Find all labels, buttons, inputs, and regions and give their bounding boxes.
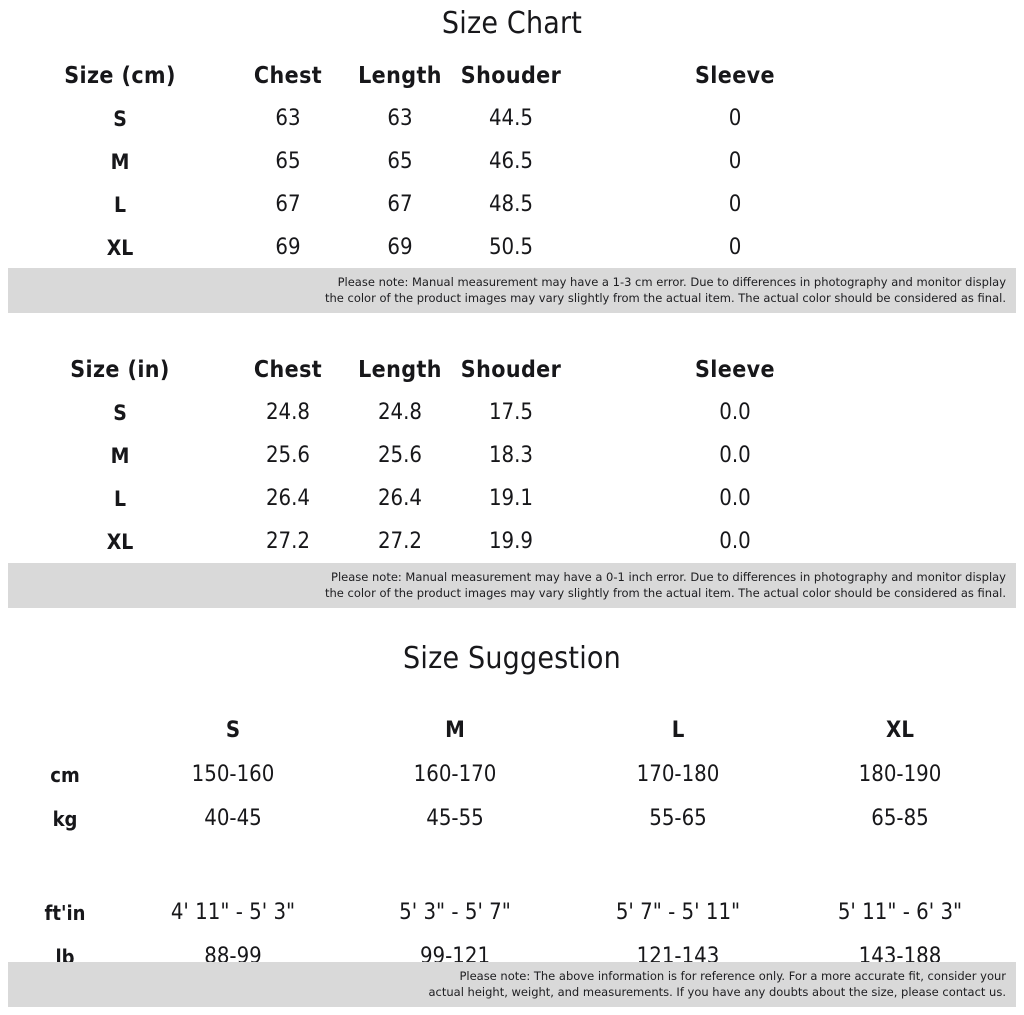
- cell-cm-m: 160-170: [413, 762, 497, 787]
- column-header-sleeve: Sleeve: [695, 357, 775, 383]
- cell-shoulder: 18.3: [488, 443, 534, 468]
- cell-sleeve: 0.0: [719, 443, 751, 468]
- table-row: M 65 65 46.5 0: [0, 149, 1024, 192]
- page-title-size-chart: Size Chart: [441, 6, 583, 41]
- cell-ftin-l: 5' 7" - 5' 11": [615, 900, 741, 925]
- cell-sleeve: 0: [728, 192, 742, 217]
- cell-size: XL: [106, 530, 134, 554]
- disclaimer-note-suggestion: Please note: The above information is fo…: [8, 962, 1016, 1007]
- cell-chest: 27.2: [265, 529, 311, 554]
- cell-shoulder: 48.5: [488, 192, 534, 217]
- disclaimer-note-in: Please note: Manual measurement may have…: [8, 563, 1016, 608]
- cell-sleeve: 0: [728, 106, 742, 131]
- note-line: the color of the product images may vary…: [324, 291, 1006, 305]
- suggestion-row-ftin: ft'in 4' 11" - 5' 3" 5' 3" - 5' 7" 5' 7"…: [0, 900, 1024, 944]
- cell-cm-s: 150-160: [191, 762, 275, 787]
- suggestion-column-header-m: M: [445, 718, 465, 743]
- cell-sleeve: 0: [728, 149, 742, 174]
- cell-size: M: [110, 150, 130, 174]
- size-suggestion-table: S M L XL cm 150-160 160-170 170-180 180-…: [0, 718, 1024, 988]
- cell-size: L: [113, 193, 127, 217]
- cell-shoulder: 46.5: [488, 149, 534, 174]
- cell-chest: 25.6: [265, 443, 311, 468]
- table-row: S 24.8 24.8 17.5 0.0: [0, 400, 1024, 443]
- cell-ftin-s: 4' 11" - 5' 3": [170, 900, 296, 925]
- row-label-kg: kg: [52, 807, 78, 831]
- cell-length: 24.8: [377, 400, 423, 425]
- table-row: M 25.6 25.6 18.3 0.0: [0, 443, 1024, 486]
- suggestion-column-header-xl: XL: [886, 718, 914, 743]
- cell-length: 26.4: [377, 486, 423, 511]
- size-chart-page: Size Chart Size (cm) Chest Length Shoude…: [0, 0, 1024, 1015]
- column-header-chest: Chest: [253, 63, 323, 89]
- cell-sleeve: 0.0: [719, 529, 751, 554]
- size-chart-cm-table: Size (cm) Chest Length Shouder Sleeve S …: [0, 63, 1024, 278]
- cell-shoulder: 19.9: [488, 529, 534, 554]
- suggestion-row-spacer: [0, 850, 1024, 900]
- suggestion-column-header-s: S: [225, 718, 241, 743]
- size-chart-in-table: Size (in) Chest Length Shouder Sleeve S …: [0, 357, 1024, 572]
- cell-sleeve: 0: [728, 235, 742, 260]
- column-header-length: Length: [358, 357, 442, 383]
- cell-kg-m: 45-55: [426, 806, 484, 831]
- page-title-size-suggestion: Size Suggestion: [403, 641, 621, 676]
- column-header-shoulder: Shouder: [460, 63, 562, 89]
- table-row: L 67 67 48.5 0: [0, 192, 1024, 235]
- disclaimer-note-cm: Please note: Manual measurement may have…: [8, 268, 1016, 313]
- cell-length: 67: [387, 192, 413, 217]
- cell-size: S: [113, 107, 127, 131]
- row-label-cm: cm: [50, 763, 80, 787]
- cell-chest: 63: [275, 106, 301, 131]
- table-row: L 26.4 26.4 19.1 0.0: [0, 486, 1024, 529]
- cell-size: L: [113, 487, 127, 511]
- suggestion-column-header-l: L: [671, 718, 685, 743]
- suggestion-row-cm: cm 150-160 160-170 170-180 180-190: [0, 762, 1024, 806]
- note-line: the color of the product images may vary…: [324, 586, 1006, 600]
- cell-chest: 69: [275, 235, 301, 260]
- cell-length: 25.6: [377, 443, 423, 468]
- cell-length: 27.2: [377, 529, 423, 554]
- cell-size: XL: [106, 236, 134, 260]
- table-header-row: Size (cm) Chest Length Shouder Sleeve: [0, 63, 1024, 106]
- column-header-shoulder: Shouder: [460, 357, 562, 383]
- cell-shoulder: 17.5: [488, 400, 534, 425]
- cell-chest: 65: [275, 149, 301, 174]
- row-label-ftin: ft'in: [44, 901, 86, 925]
- cell-size: M: [110, 444, 130, 468]
- column-header-size: Size (cm): [64, 63, 176, 89]
- column-header-size: Size (in): [70, 357, 170, 383]
- table-header-row: Size (in) Chest Length Shouder Sleeve: [0, 357, 1024, 400]
- cell-shoulder: 44.5: [488, 106, 534, 131]
- note-line: Please note: Manual measurement may have…: [337, 275, 1006, 289]
- cell-cm-l: 170-180: [636, 762, 720, 787]
- cell-length: 63: [387, 106, 413, 131]
- cell-length: 69: [387, 235, 413, 260]
- cell-ftin-m: 5' 3" - 5' 7": [399, 900, 511, 925]
- cell-chest: 67: [275, 192, 301, 217]
- suggestion-header-row: S M L XL: [0, 718, 1024, 762]
- cell-length: 65: [387, 149, 413, 174]
- cell-chest: 24.8: [265, 400, 311, 425]
- column-header-chest: Chest: [253, 357, 323, 383]
- cell-sleeve: 0.0: [719, 400, 751, 425]
- note-line: actual height, weight, and measurements.…: [428, 985, 1006, 999]
- cell-shoulder: 50.5: [488, 235, 534, 260]
- cell-chest: 26.4: [265, 486, 311, 511]
- column-header-sleeve: Sleeve: [695, 63, 775, 89]
- cell-cm-xl: 180-190: [858, 762, 942, 787]
- column-header-length: Length: [358, 63, 442, 89]
- note-line: Please note: The above information is fo…: [459, 969, 1006, 983]
- cell-kg-xl: 65-85: [871, 806, 929, 831]
- table-row: S 63 63 44.5 0: [0, 106, 1024, 149]
- suggestion-row-kg: kg 40-45 45-55 55-65 65-85: [0, 806, 1024, 850]
- cell-kg-s: 40-45: [204, 806, 262, 831]
- cell-sleeve: 0.0: [719, 486, 751, 511]
- note-line: Please note: Manual measurement may have…: [331, 570, 1006, 584]
- cell-size: S: [113, 401, 127, 425]
- cell-kg-l: 55-65: [649, 806, 707, 831]
- cell-ftin-xl: 5' 11" - 6' 3": [837, 900, 963, 925]
- cell-shoulder: 19.1: [488, 486, 534, 511]
